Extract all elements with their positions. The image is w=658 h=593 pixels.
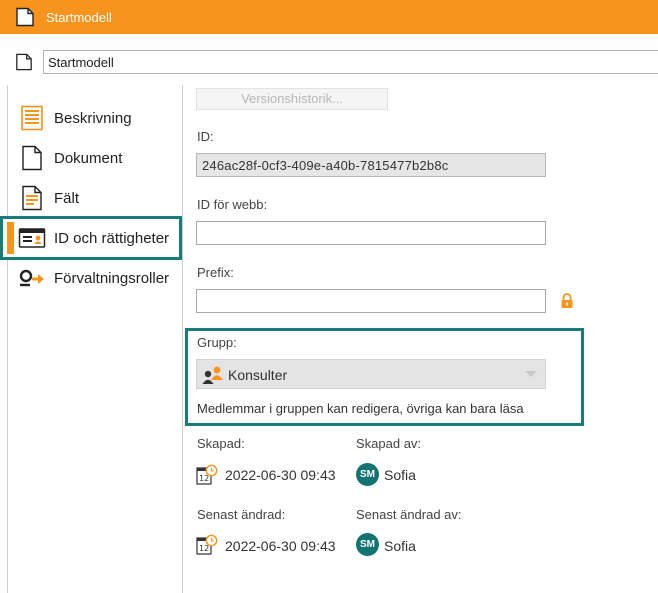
- web-id-input[interactable]: [196, 221, 546, 245]
- sidebar-item-label: Fält: [54, 189, 80, 207]
- id-field[interactable]: 246ac28f-0cf3-409e-a40b-7815477b2b8c: [196, 153, 546, 177]
- created-date: 2022-06-30 09:43: [225, 467, 336, 483]
- version-history-button[interactable]: Versionshistorik...: [196, 88, 388, 110]
- document-icon: [15, 53, 33, 76]
- title-bar: Startmodell: [0, 0, 658, 34]
- calendar-clock-icon: 12: [196, 534, 218, 561]
- created-by-name: Sofia: [384, 467, 416, 483]
- modified-by-name: Sofia: [384, 538, 416, 554]
- modified-label: Senast ändrad:: [197, 507, 286, 522]
- sidebar-item-beskrivning[interactable]: Beskrivning: [18, 100, 132, 136]
- modified-by-label: Senast ändrad av:: [356, 507, 462, 522]
- sidebar-item-falt[interactable]: Fält: [18, 180, 79, 216]
- sidebar-item-label: Förvaltningsroller: [54, 269, 170, 287]
- name-input[interactable]: Startmodell: [43, 50, 658, 74]
- created-by-label: Skapad av:: [356, 436, 422, 451]
- users-icon: [201, 365, 225, 390]
- roles-icon: [18, 264, 46, 292]
- svg-text:12: 12: [199, 474, 209, 483]
- chevron-down-icon[interactable]: [518, 361, 544, 387]
- web-id-label: ID för webb:: [197, 197, 268, 212]
- document-icon: [15, 7, 35, 32]
- sidebar-item-forvaltningsroller[interactable]: Förvaltningsroller: [18, 260, 169, 296]
- name-bar: Startmodell: [10, 48, 658, 76]
- group-select[interactable]: Konsulter: [196, 359, 546, 389]
- window-title: Startmodell: [46, 10, 112, 25]
- sidebar-item-label: ID och rättigheter: [54, 229, 170, 247]
- created-label: Skapad:: [197, 436, 245, 451]
- left-border: [7, 85, 8, 593]
- prefix-input[interactable]: [196, 289, 546, 313]
- sidebar-item-label: Dokument: [54, 149, 123, 167]
- sidebar-item-id-och-rattigheter[interactable]: ID och rättigheter: [18, 220, 169, 256]
- group-select-value: Konsulter: [228, 367, 288, 383]
- modified-date: 2022-06-30 09:43: [225, 538, 336, 554]
- sidebar-divider: [182, 85, 183, 593]
- lock-icon[interactable]: [560, 293, 574, 314]
- avatar: SM: [356, 533, 379, 556]
- sidebar-item-dokument[interactable]: Dokument: [18, 140, 122, 176]
- svg-text:12: 12: [199, 544, 209, 553]
- calendar-clock-icon: 12: [196, 464, 218, 491]
- description-icon: [18, 104, 46, 132]
- avatar: SM: [356, 463, 379, 486]
- sidebar-item-label: Beskrivning: [54, 109, 132, 127]
- id-card-icon: [18, 224, 46, 252]
- document-icon: [18, 144, 46, 172]
- group-label: Grupp:: [197, 335, 237, 350]
- prefix-label: Prefix:: [197, 265, 234, 280]
- group-description: Medlemmar i gruppen kan redigera, övriga…: [197, 401, 524, 416]
- id-label: ID:: [197, 129, 214, 144]
- fields-icon: [18, 184, 46, 212]
